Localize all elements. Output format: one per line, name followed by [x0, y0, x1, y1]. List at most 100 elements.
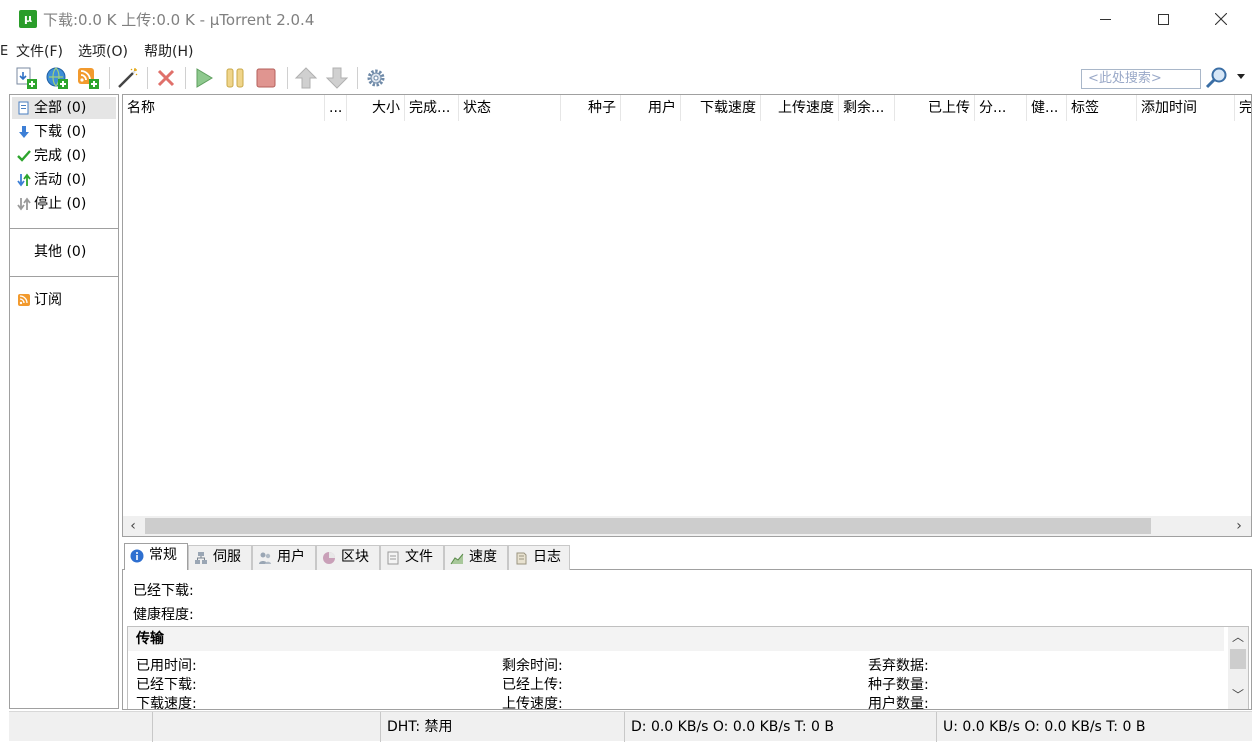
magnifier-icon: [1205, 67, 1227, 89]
column-header-uploaded[interactable]: 已上传: [895, 95, 975, 121]
remove-button[interactable]: [153, 65, 179, 91]
status-cell-empty: [153, 712, 381, 742]
sidebar-item-label: 其他 (0): [34, 244, 87, 260]
sidebar-item-feeds[interactable]: 订阅: [12, 289, 116, 311]
vertical-scrollbar[interactable]: ︿ ﹀: [1228, 627, 1248, 709]
pause-button[interactable]: [222, 65, 248, 91]
sidebar-item-label: 完成 (0): [34, 148, 87, 164]
menu-file[interactable]: 文件(F): [16, 41, 63, 61]
column-header-done[interactable]: 完成...: [405, 95, 459, 121]
status-cell-empty: [9, 712, 153, 742]
move-up-button[interactable]: [293, 65, 319, 91]
menu-help[interactable]: 帮助(H): [144, 41, 193, 61]
tab-general[interactable]: 常规: [124, 543, 188, 571]
column-header-size[interactable]: 大小: [347, 95, 405, 121]
upload-status[interactable]: U: 0.0 KB/s O: 0.0 KB/s T: 0 B: [937, 712, 1252, 742]
sidebar-divider: [10, 276, 118, 277]
scroll-right-icon[interactable]: ›: [1231, 518, 1247, 534]
minimize-button[interactable]: [1076, 0, 1134, 38]
sidebar-item-downloading[interactable]: 下载 (0): [12, 121, 116, 143]
scroll-down-icon[interactable]: ﹀: [1230, 687, 1246, 703]
column-header-peers[interactable]: 用户: [621, 95, 681, 121]
horizontal-scrollbar[interactable]: ‹ ›: [123, 516, 1251, 536]
upload-speed-label: 上传速度:: [502, 696, 563, 710]
play-icon: [196, 68, 213, 88]
tab-speed[interactable]: 速度: [444, 545, 508, 570]
tracker-icon: [195, 552, 207, 564]
down-arrow-icon: [325, 67, 349, 89]
menu-options[interactable]: 选项(O): [78, 41, 128, 61]
close-button[interactable]: [1192, 0, 1250, 38]
category-sidebar: 全部 (0) 下载 (0) 完成 (0) 活动 (0) 停止 (0) 其他 (0…: [9, 94, 119, 709]
wasted-label: 丢弃数据:: [868, 658, 929, 674]
add-torrent-button[interactable]: [13, 65, 39, 91]
add-torrent-icon: [16, 67, 37, 89]
move-down-button[interactable]: [324, 65, 350, 91]
toolbar-separator: [147, 67, 148, 89]
sidebar-item-completed[interactable]: 完成 (0): [12, 145, 116, 167]
column-header-status[interactable]: 状态: [459, 95, 561, 121]
tab-trackers[interactable]: 伺服: [188, 545, 252, 570]
start-button[interactable]: [191, 65, 217, 91]
sidebar-item-other[interactable]: 其他 (0): [12, 241, 116, 263]
general-panel: 已经下载: 健康程度: 传输 已用时间: 剩余时间: 丢弃数据: 已经下载: 已…: [122, 570, 1252, 710]
column-header-up-speed[interactable]: 上传速度: [761, 95, 839, 121]
files-icon: [387, 551, 399, 565]
sidebar-item-all[interactable]: 全部 (0): [12, 97, 116, 119]
elapsed-label: 已用时间:: [136, 658, 197, 674]
pause-icon: [226, 68, 244, 88]
download-speed-label: 下载速度:: [136, 696, 197, 710]
column-header-ratio[interactable]: 分...: [975, 95, 1027, 121]
search-dropdown-icon[interactable]: [1237, 74, 1245, 79]
transfer-heading: 传输: [128, 627, 1224, 651]
remove-x-icon: [157, 69, 175, 87]
scroll-thumb[interactable]: [145, 518, 1151, 534]
preferences-button[interactable]: [363, 65, 389, 91]
torrent-list[interactable]: 名称 ... 大小 完成... 状态 种子 用户 下载速度 上传速度 剩余...…: [122, 94, 1252, 537]
toolbar-separator: [357, 67, 358, 89]
create-torrent-button[interactable]: [115, 65, 141, 91]
scroll-up-icon[interactable]: ︿: [1230, 629, 1246, 645]
sidebar-item-inactive[interactable]: 停止 (0): [12, 193, 116, 215]
scroll-left-icon[interactable]: ‹: [125, 518, 141, 534]
status-bar: DHT: 禁用 D: 0.0 KB/s O: 0.0 KB/s T: 0 B U…: [9, 711, 1252, 742]
toolbar-separator: [185, 67, 186, 89]
sidebar-item-active[interactable]: 活动 (0): [12, 169, 116, 191]
column-header-name[interactable]: 名称: [123, 95, 325, 121]
log-icon: [516, 552, 527, 565]
search-button[interactable]: [1204, 65, 1230, 91]
column-header-eta[interactable]: 剩余...: [839, 95, 895, 121]
stop-button[interactable]: [253, 65, 279, 91]
window-title: 下载:0.0 K 上传:0.0 K - µTorrent 2.0.4: [43, 11, 315, 29]
column-header-down-speed[interactable]: 下载速度: [681, 95, 761, 121]
column-header-more[interactable]: ...: [325, 95, 347, 121]
pieces-icon: [323, 552, 335, 564]
utorrent-logo-icon: µ: [19, 10, 37, 28]
transfer-section: 传输 已用时间: 剩余时间: 丢弃数据: 已经下载: 已经上传: 种子数量: 下…: [127, 626, 1249, 710]
column-header-seeds[interactable]: 种子: [561, 95, 621, 121]
column-header-label[interactable]: 标签: [1067, 95, 1137, 121]
scroll-thumb[interactable]: [1230, 649, 1246, 669]
download-arrow-icon: [19, 126, 29, 138]
maximize-button[interactable]: [1134, 0, 1192, 38]
add-url-button[interactable]: [44, 65, 70, 91]
add-rss-button[interactable]: [75, 65, 101, 91]
column-header-completed-on[interactable]: 完: [1235, 95, 1251, 121]
seeds-label: 种子数量:: [868, 677, 929, 693]
tab-peers[interactable]: 用户: [252, 545, 316, 570]
detail-tabs: 常规 伺服 用户 区块 文件 速度 日志: [122, 543, 1252, 571]
column-header-added[interactable]: 添加时间: [1137, 95, 1235, 121]
magic-wand-icon: [118, 68, 138, 88]
peers-label: 用户数量:: [868, 696, 929, 710]
peers-icon: [259, 552, 271, 564]
tab-pieces[interactable]: 区块: [316, 545, 380, 570]
title-bar: µ 下载:0.0 K 上传:0.0 K - µTorrent 2.0.4: [0, 0, 1260, 38]
download-status[interactable]: D: 0.0 KB/s O: 0.0 KB/s T: 0 B: [625, 712, 937, 742]
column-header-health[interactable]: 健...: [1027, 95, 1067, 121]
tab-logger[interactable]: 日志: [508, 545, 570, 570]
health-label: 健康程度:: [133, 607, 194, 623]
search-input[interactable]: <此处搜索>: [1081, 69, 1201, 89]
dht-status[interactable]: DHT: 禁用: [381, 712, 625, 742]
tab-files[interactable]: 文件: [380, 545, 444, 570]
remaining-label: 剩余时间:: [502, 658, 563, 674]
